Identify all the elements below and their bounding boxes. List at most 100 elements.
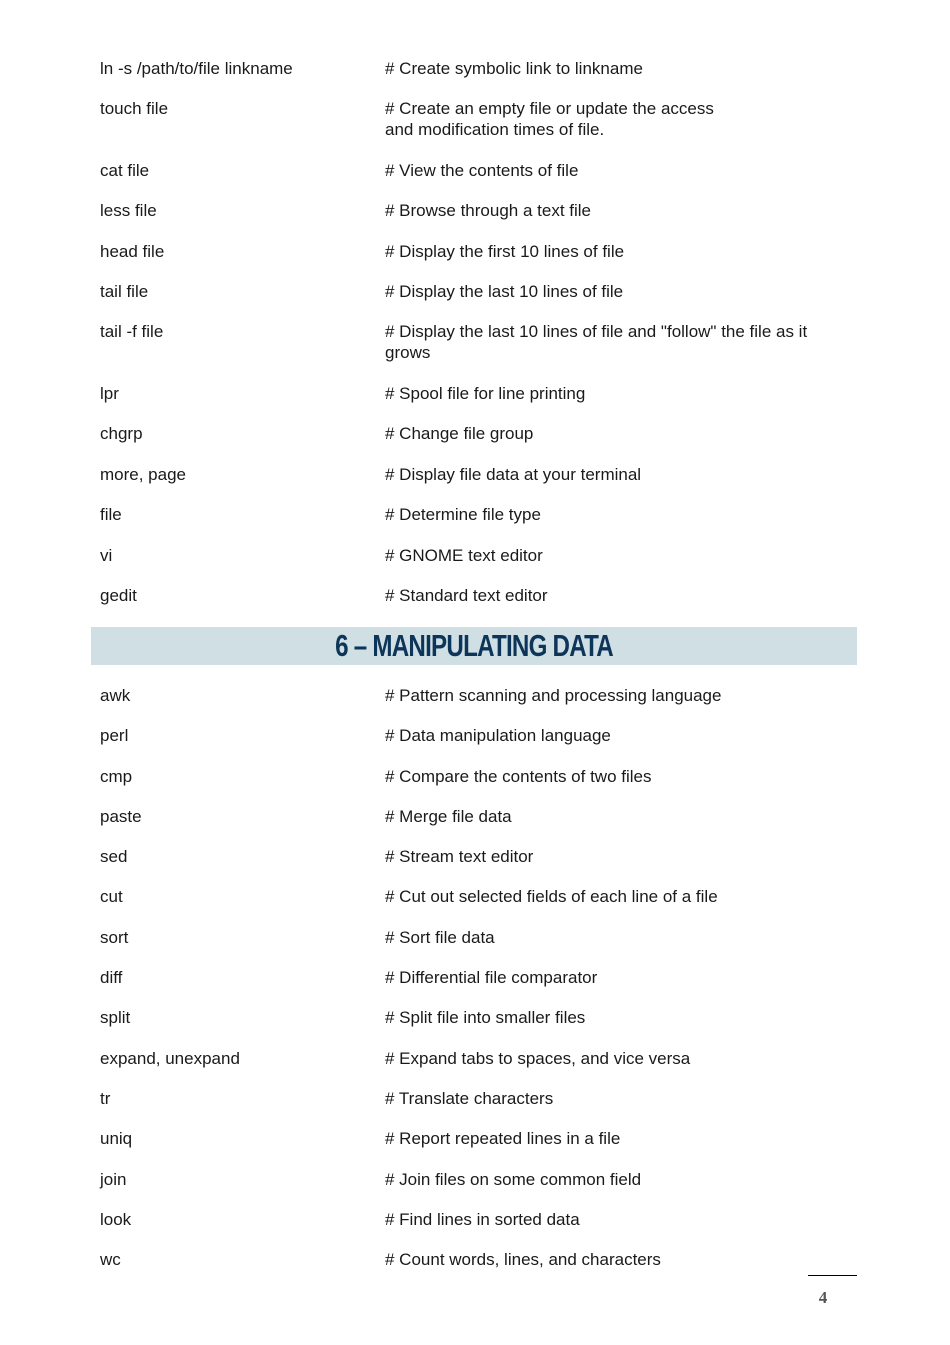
description-line: and modification times of file. (385, 120, 605, 140)
description-line: # Change file group (385, 424, 534, 444)
description-line: # Translate characters (385, 1088, 554, 1108)
command-row: tail -f file # Display the last 10 lines … (100, 321, 860, 383)
description-line: # Standard text editor (385, 585, 548, 605)
command-description: # Create symbolic link to linkname (385, 58, 835, 79)
page-number: 4 (818, 1288, 828, 1307)
command-name: ln -s /path/to/file linkname (100, 59, 293, 78)
description-line: # Display the last 10 lines of file (385, 282, 624, 302)
description-line: # Display the first 10 lines of file (385, 241, 625, 261)
command-row: expand, unexpand # Expand tabs to spaces,… (100, 1048, 860, 1088)
command-row: cat file # View the contents of file (100, 160, 860, 200)
description-line: # Count words, lines, and characters (385, 1250, 661, 1270)
command-name: diff (100, 968, 123, 988)
command-name: sort (100, 927, 129, 947)
command-description: # Display file data at your terminal (385, 464, 835, 485)
command-name: sed (100, 847, 128, 867)
description-line: # Data manipulation language (385, 726, 611, 746)
command-row: tail file # Display the last 10 lines of … (100, 281, 860, 321)
command-row: tr # Translate characters (100, 1088, 860, 1128)
command-name: expand, unexpand (100, 1048, 240, 1068)
command-description: # Translate characters (385, 1088, 835, 1109)
command-row: paste # Merge file data (100, 806, 860, 846)
description-line: # Find lines in sorted data (385, 1209, 580, 1229)
description-line: # Stream text editor (385, 847, 534, 867)
command-description: # Browse through a text file (385, 200, 835, 221)
command-row: split # Split file into smaller files (100, 1007, 860, 1047)
command-row: join # Join files on some common field (100, 1169, 860, 1209)
command-name: head file (100, 241, 165, 261)
command-row: perl # Data manipulation language (100, 725, 860, 765)
command-name: vi (100, 545, 113, 565)
command-name: lpr (100, 383, 119, 403)
command-name: wc (100, 1250, 121, 1270)
description-line: # GNOME text editor (385, 545, 543, 565)
description-line: # Cut out selected fields of each line o… (385, 887, 718, 907)
command-description: # Determine file type (385, 504, 835, 525)
command-name: less file (100, 201, 157, 221)
command-name: more, page (100, 464, 186, 484)
command-description: # GNOME text editor (385, 545, 835, 566)
command-row: ln -s /path/to/file linkname # Create sym… (100, 58, 860, 98)
command-row: wc # Count words, lines, and characters (100, 1249, 860, 1289)
command-row: look # Find lines in sorted data (100, 1209, 860, 1249)
command-description: # Standard text editor (385, 585, 835, 606)
command-name: look (100, 1209, 132, 1229)
command-row: less file # Browse through a text file (100, 200, 860, 240)
command-name: tail file (100, 282, 149, 302)
description-line: # Create symbolic link to linkname (385, 59, 643, 78)
description-line: # Display the last 10 lines of file and … (385, 322, 808, 342)
command-row: cut # Cut out selected fields of each lin… (100, 886, 860, 926)
description-line: # Determine file type (385, 505, 541, 525)
command-list-manipulating-data: awk # Pattern scanning and processing lan… (100, 685, 860, 1289)
command-description: # Display the last 10 lines of file and … (385, 321, 835, 363)
description-line: # Spool file for line printing (385, 383, 586, 403)
command-description: # Change file group (385, 423, 835, 444)
command-description: # Count words, lines, and characters (385, 1249, 835, 1270)
description-line: # Report repeated lines in a file (385, 1129, 621, 1149)
command-description: # Stream text editor (385, 846, 835, 867)
command-description: # Join files on some common field (385, 1169, 835, 1190)
command-description: # Cut out selected fields of each line o… (385, 886, 835, 907)
command-row: sort # Sort file data (100, 927, 860, 967)
command-description: # Merge file data (385, 806, 835, 827)
command-name: cut (100, 887, 123, 907)
section-heading-banner: 6 – MANIPULATING DATA (91, 627, 857, 665)
command-description: # Report repeated lines in a file (385, 1128, 835, 1149)
description-line: grows (385, 343, 431, 363)
command-row: sed # Stream text editor (100, 846, 860, 886)
command-description: # Expand tabs to spaces, and vice versa (385, 1048, 835, 1069)
command-description: # Find lines in sorted data (385, 1209, 835, 1230)
command-name: cat file (100, 160, 150, 180)
command-description: # View the contents of file (385, 160, 835, 181)
description-line: # Pattern scanning and processing langua… (385, 686, 722, 705)
command-row: diff # Differential file comparator (100, 967, 860, 1007)
command-name: paste (100, 806, 142, 826)
command-description: # Display the last 10 lines of file (385, 281, 835, 302)
command-name: cmp (100, 766, 133, 786)
command-name: touch file (100, 99, 169, 119)
command-name: tr (100, 1088, 111, 1108)
command-description: # Compare the contents of two files (385, 766, 835, 787)
command-row: lpr # Spool file for line printing (100, 383, 860, 423)
command-description: # Pattern scanning and processing langua… (385, 685, 835, 706)
command-row: touch file # Create an empty file or upda… (100, 98, 860, 160)
command-description: # Create an empty file or update the acc… (385, 98, 835, 140)
command-row: gedit # Standard text editor (100, 585, 860, 625)
footer-rule (808, 1275, 857, 1276)
description-line: # Browse through a text file (385, 201, 592, 221)
command-name: join (100, 1169, 127, 1189)
command-row: chgrp # Change file group (100, 423, 860, 463)
command-row: more, page # Display file data at your te… (100, 464, 860, 504)
document-page: ln -s /path/to/file linkname # Create sym… (0, 0, 950, 1345)
description-line: # Differential file comparator (385, 968, 598, 988)
description-line: # Display file data at your terminal (385, 464, 642, 484)
command-description: # Split file into smaller files (385, 1007, 835, 1028)
command-row: file # Determine file type (100, 504, 860, 544)
command-description: # Sort file data (385, 927, 835, 948)
command-name: gedit (100, 585, 137, 605)
command-name: file (100, 505, 122, 525)
description-line: # Split file into smaller files (385, 1008, 586, 1028)
section-heading: 6 – MANIPULATING DATA (335, 628, 614, 663)
description-line: # Sort file data (385, 927, 495, 947)
command-row: uniq # Report repeated lines in a file (100, 1128, 860, 1168)
